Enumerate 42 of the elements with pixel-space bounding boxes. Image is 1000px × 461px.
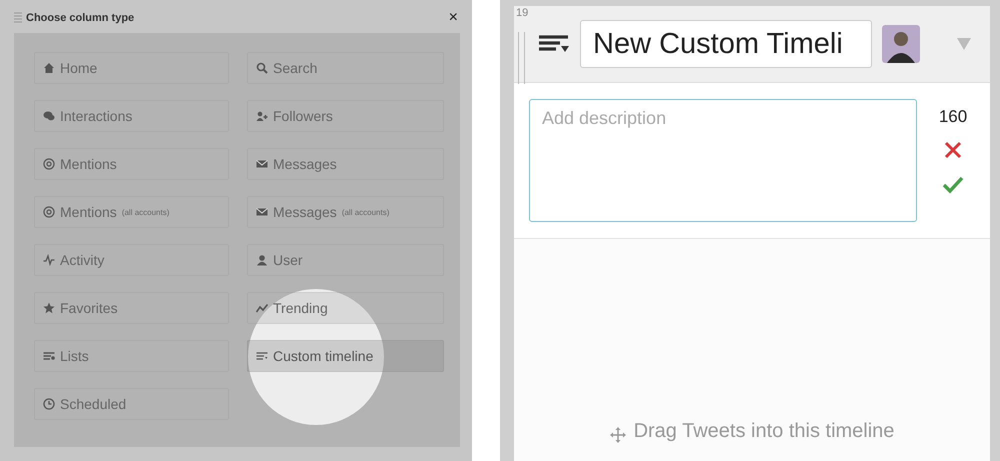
column-type-option[interactable]: Mentions (all accounts) bbox=[34, 196, 229, 228]
column-type-option[interactable]: Custom timeline bbox=[247, 340, 444, 372]
home-icon bbox=[43, 62, 55, 74]
clock-icon bbox=[43, 398, 55, 410]
column-type-option[interactable]: User bbox=[247, 244, 444, 276]
dialog-title: Choose column type bbox=[26, 12, 136, 24]
column-type-option[interactable]: Search bbox=[247, 52, 444, 84]
column-type-option[interactable]: Activity bbox=[34, 244, 229, 276]
star-icon bbox=[43, 302, 55, 314]
add-user-icon bbox=[256, 110, 268, 122]
column-title-field[interactable]: New Custom Timeli bbox=[580, 20, 872, 68]
caret-icon[interactable] bbox=[956, 37, 972, 51]
close-button[interactable]: × bbox=[446, 9, 460, 27]
envelope-icon bbox=[256, 158, 268, 170]
column-type-option[interactable]: Home bbox=[34, 52, 229, 84]
grip-icon bbox=[14, 12, 22, 24]
drag-hint: Drag Tweets into this timeline bbox=[634, 420, 894, 443]
column-type-option[interactable]: Followers bbox=[247, 100, 444, 132]
column-type-option[interactable]: Lists bbox=[34, 340, 229, 372]
at-sign-icon bbox=[43, 158, 55, 170]
column-type-option[interactable]: Scheduled bbox=[34, 388, 229, 420]
column-number: 19 bbox=[516, 7, 528, 19]
column-type-option[interactable]: Messages (all accounts) bbox=[247, 196, 444, 228]
trend-line-icon bbox=[256, 302, 268, 314]
move-icon bbox=[610, 427, 626, 443]
cancel-button[interactable] bbox=[942, 139, 964, 161]
column-type-option[interactable]: Mentions bbox=[34, 148, 229, 180]
envelope-icon bbox=[256, 206, 268, 218]
pulse-icon bbox=[43, 254, 55, 266]
chat-bubbles-icon bbox=[43, 110, 55, 122]
list-filter-icon bbox=[256, 350, 268, 362]
description-field[interactable]: Add description bbox=[529, 99, 917, 222]
character-count: 160 bbox=[938, 107, 968, 127]
user-icon bbox=[256, 254, 268, 266]
column-type-option[interactable]: Favorites bbox=[34, 292, 229, 324]
avatar bbox=[882, 25, 920, 63]
column-type-option[interactable]: Messages bbox=[247, 148, 444, 180]
list-icon bbox=[43, 350, 55, 362]
column-type-option[interactable]: Trending bbox=[247, 292, 444, 324]
column-type-option[interactable]: Interactions bbox=[34, 100, 229, 132]
search-icon bbox=[256, 62, 268, 74]
at-sign-icon bbox=[43, 206, 55, 218]
